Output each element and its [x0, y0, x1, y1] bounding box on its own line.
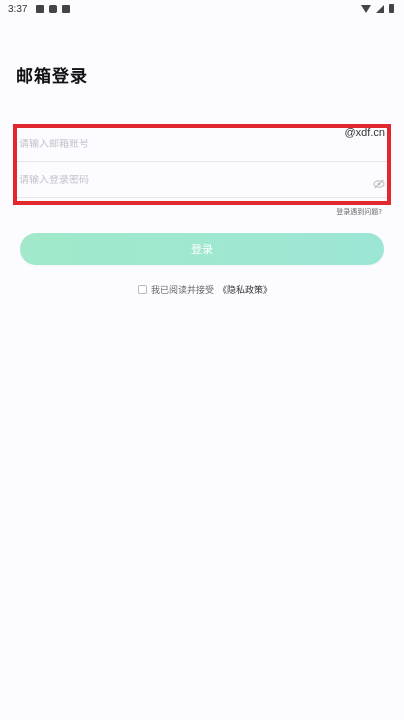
page-title: 邮箱登录 [16, 67, 88, 87]
highlight-annotation-box [13, 124, 391, 205]
sim-icon [62, 5, 70, 13]
gallery-icon [36, 5, 44, 13]
agreement-text: 我已阅读并接受 [151, 286, 215, 296]
status-right-icons [361, 4, 394, 13]
privacy-policy-link[interactable]: 《隐私政策》 [218, 283, 272, 296]
status-time: 3:37 [8, 4, 28, 15]
status-left-icons [36, 5, 70, 13]
battery-icon [389, 4, 394, 13]
agreement-row: 我已阅读并接受 《隐私政策》 [138, 283, 272, 296]
signal-icon [376, 4, 384, 13]
wifi-icon [361, 4, 371, 13]
login-trouble-link[interactable]: 登录遇到问题? [336, 207, 382, 217]
notification-icon [49, 5, 57, 13]
status-bar: 3:37 [0, 0, 404, 20]
login-button[interactable]: 登录 [20, 233, 384, 265]
agreement-checkbox[interactable] [138, 285, 147, 294]
